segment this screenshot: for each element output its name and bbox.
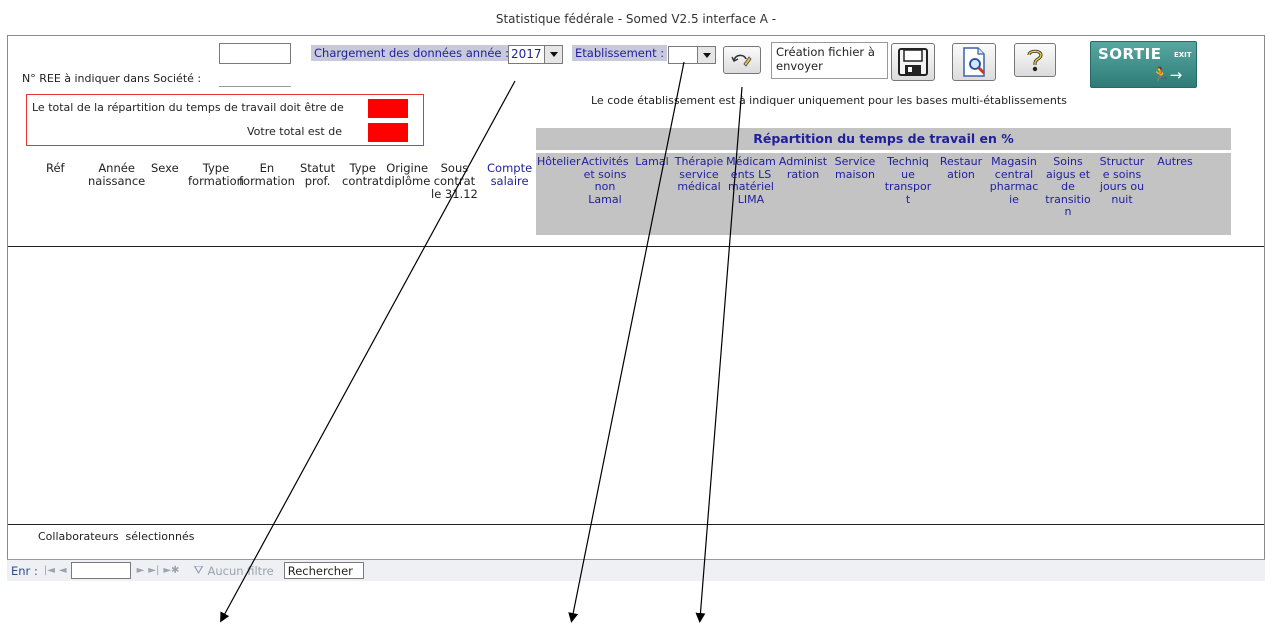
rep-col-service-maison: Service maison <box>834 155 876 181</box>
rep-col-soins-aigus: Soins aigus et de transitio n <box>1045 155 1091 218</box>
new-record-icon[interactable]: ►✱ <box>163 565 179 576</box>
rep-col-autres: Autres <box>1157 155 1193 168</box>
last-record-icon[interactable]: ►| <box>148 565 159 576</box>
col-header-training-type: Type formation <box>188 161 244 188</box>
total-your-total-value <box>368 123 408 142</box>
etab-combo[interactable] <box>668 46 716 64</box>
total-must-be-label: Le total de la répartition du temps de t… <box>32 101 344 114</box>
etab-value <box>669 47 697 63</box>
prev-record-icon[interactable]: ◄ <box>59 565 67 576</box>
search-input[interactable]: Rechercher <box>283 562 364 579</box>
rep-col-restauration: Restaur ation <box>939 155 983 181</box>
year-label: Chargement des données année : <box>311 45 513 61</box>
rep-col-hotelier: Hôtelier <box>537 155 581 168</box>
col-header-birth-year: Année naissance <box>88 161 146 188</box>
ree-underline <box>219 86 291 87</box>
create-file-label: Création fichier à envoyer <box>771 42 888 79</box>
undo-button[interactable] <box>723 46 761 74</box>
rep-col-lamal: Lamal <box>635 155 669 168</box>
filter-icon[interactable]: ⛛ <box>193 563 203 578</box>
exit-sublabel: EXIT <box>1174 51 1192 59</box>
record-label: Enr : <box>11 563 38 578</box>
etab-label: Etablissement : <box>572 45 668 61</box>
col-header-diploma-origin: Origine diplôme <box>384 161 431 188</box>
preview-button[interactable] <box>952 43 996 81</box>
header-divider <box>8 246 1264 247</box>
col-header-sex: Sexe <box>151 161 179 175</box>
running-man-icon: 🏃→ <box>1151 66 1183 84</box>
first-record-icon[interactable]: |◄ <box>44 565 55 576</box>
no-filter-button[interactable]: Aucun filtre <box>208 564 274 578</box>
rep-col-magasin: Magasin central pharmac ie <box>989 155 1039 206</box>
ree-input[interactable] <box>219 43 291 64</box>
rep-col-medicaments: Médicam ents LS matériel LIMA <box>726 155 776 206</box>
footer-divider <box>8 524 1264 525</box>
rep-col-activites: Activités et soins non Lamal <box>581 155 629 206</box>
etab-note: Le code établissement est à indiquer uni… <box>591 94 1067 107</box>
help-icon <box>1027 49 1043 72</box>
record-navigation-bar: Enr : |◄ ◄ ► ►| ►✱ ⛛ Aucun filtre Recher… <box>7 559 1265 581</box>
col-header-in-training: En formation <box>239 161 295 188</box>
undo-icon <box>731 54 752 67</box>
total-box: Le total de la répartition du temps de t… <box>26 94 424 146</box>
detail-section <box>8 248 1264 524</box>
rep-col-administration: Administ ration <box>778 155 828 181</box>
save-button[interactable] <box>891 43 935 81</box>
year-combo[interactable]: 2017 <box>508 45 563 64</box>
year-value: 2017 <box>511 47 542 61</box>
document-magnifier-icon <box>963 47 986 77</box>
selected-count-label: Collaborateurs sélectionnés <box>38 530 195 543</box>
rep-col-technique: Techniq ue transpor t <box>884 155 932 206</box>
exit-button[interactable]: SORTIE EXIT 🏃→ <box>1090 41 1197 88</box>
window-title: Statistique fédérale - Somed V2.5 interf… <box>495 12 777 26</box>
repartition-header-area: Hôtelier Activités et soins non Lamal La… <box>536 153 1231 235</box>
next-record-icon[interactable]: ► <box>137 565 145 576</box>
record-number-input[interactable] <box>70 562 131 579</box>
col-header-contract-type: Type contrat <box>342 161 384 188</box>
col-header-ref: Réf <box>46 161 65 175</box>
total-must-be-value <box>368 99 408 118</box>
etab-dropdown-arrow-icon[interactable] <box>697 47 715 63</box>
rep-col-structure: Structur e soins jours ou nuit <box>1099 155 1145 206</box>
total-your-total-label: Votre total est de <box>247 125 342 138</box>
form-frame: N° REE à indiquer dans Société : Chargem… <box>7 35 1265 581</box>
col-header-prof-status: Statut prof. <box>300 161 336 188</box>
help-button[interactable] <box>1014 43 1056 77</box>
col-header-salary-account: Compte salaire <box>487 161 533 188</box>
rep-col-therapie: Thérapie service médical <box>674 155 724 193</box>
year-dropdown-arrow-icon[interactable] <box>544 46 562 63</box>
floppy-disk-icon <box>898 48 928 76</box>
col-header-under-contract: Sous contrat le 31.12 <box>431 161 478 201</box>
exit-label: SORTIE <box>1098 45 1162 63</box>
repartition-title: Répartition du temps de travail en % <box>536 128 1231 150</box>
ree-label: N° REE à indiquer dans Société : <box>22 72 202 85</box>
